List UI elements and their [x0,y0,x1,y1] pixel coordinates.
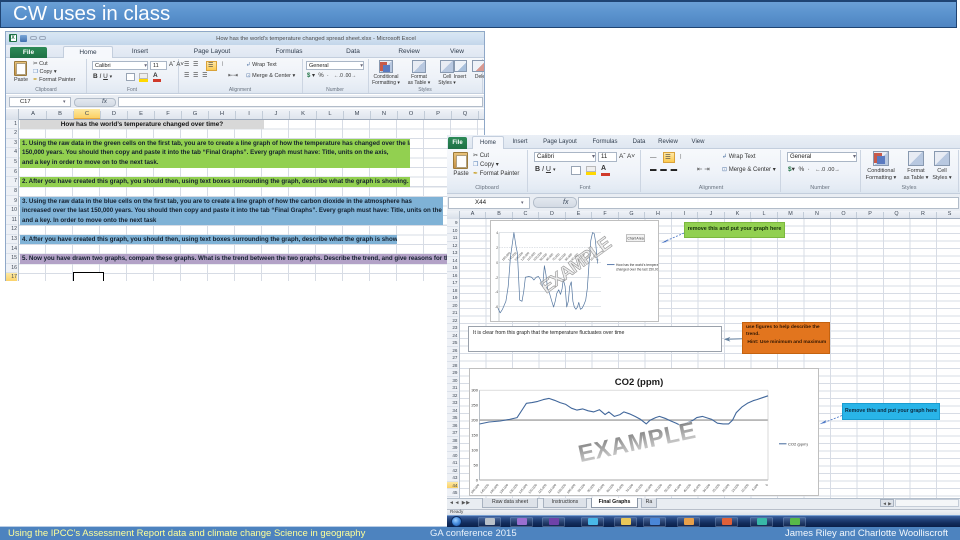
svg-text:100: 100 [471,448,478,453]
svg-text:20,000: 20,000 [721,483,730,493]
svg-text:95,000: 95,000 [576,483,585,493]
svg-text:4: 4 [496,231,498,235]
svg-text:125,000: 125,000 [517,483,528,495]
svg-text:45,000: 45,000 [672,483,681,493]
svg-text:0: 0 [764,483,768,487]
svg-text:145,000: 145,000 [479,483,490,495]
svg-text:60,000: 60,000 [644,483,653,493]
svg-text:50: 50 [473,462,478,467]
svg-text:100,000: 100,000 [565,483,576,495]
svg-text:55,000: 55,000 [653,483,662,493]
svg-text:85,000: 85,000 [596,483,605,493]
svg-text:140,000: 140,000 [488,483,499,495]
svg-text:15,000: 15,000 [730,483,739,493]
svg-text:5,000: 5,000 [751,483,759,492]
svg-text:90,000: 90,000 [586,483,595,493]
svg-text:65,000: 65,000 [634,483,643,493]
svg-text:40,000: 40,000 [682,483,691,493]
svg-text:25,000: 25,000 [711,483,720,493]
svg-text:80,000: 80,000 [605,483,614,493]
svg-text:-4: -4 [495,290,498,294]
svg-text:EXAMPLE: EXAMPLE [536,233,614,297]
svg-text:200: 200 [471,418,478,423]
svg-text:EXAMPLE: EXAMPLE [575,417,698,468]
svg-text:-2: -2 [495,276,498,280]
svg-text:changed over the last 150,000: changed over the last 150,000 ye [616,267,658,271]
svg-text:70,000: 70,000 [624,483,633,493]
svg-text:130,000: 130,000 [508,483,519,495]
svg-text:35,000: 35,000 [692,483,701,493]
svg-text:Chart Area: Chart Area [627,236,643,240]
svg-text:30,000: 30,000 [701,483,710,493]
svg-text:CO2 (ppm): CO2 (ppm) [614,377,663,388]
svg-text:105,000: 105,000 [556,483,567,495]
svg-text:115,000: 115,000 [537,483,547,494]
svg-text:2: 2 [496,246,498,250]
svg-text:300: 300 [471,388,478,393]
svg-text:150: 150 [471,433,478,438]
svg-text:10,000: 10,000 [740,483,749,493]
svg-text:135,000: 135,000 [498,483,509,495]
svg-text:50,000: 50,000 [663,483,672,493]
svg-text:75,000: 75,000 [615,483,624,493]
svg-text:250: 250 [471,403,478,408]
svg-text:CO2 (ppm): CO2 (ppm) [788,441,808,446]
svg-text:0: 0 [496,261,498,265]
svg-text:120,000: 120,000 [527,483,538,495]
svg-text:0: 0 [475,477,478,482]
